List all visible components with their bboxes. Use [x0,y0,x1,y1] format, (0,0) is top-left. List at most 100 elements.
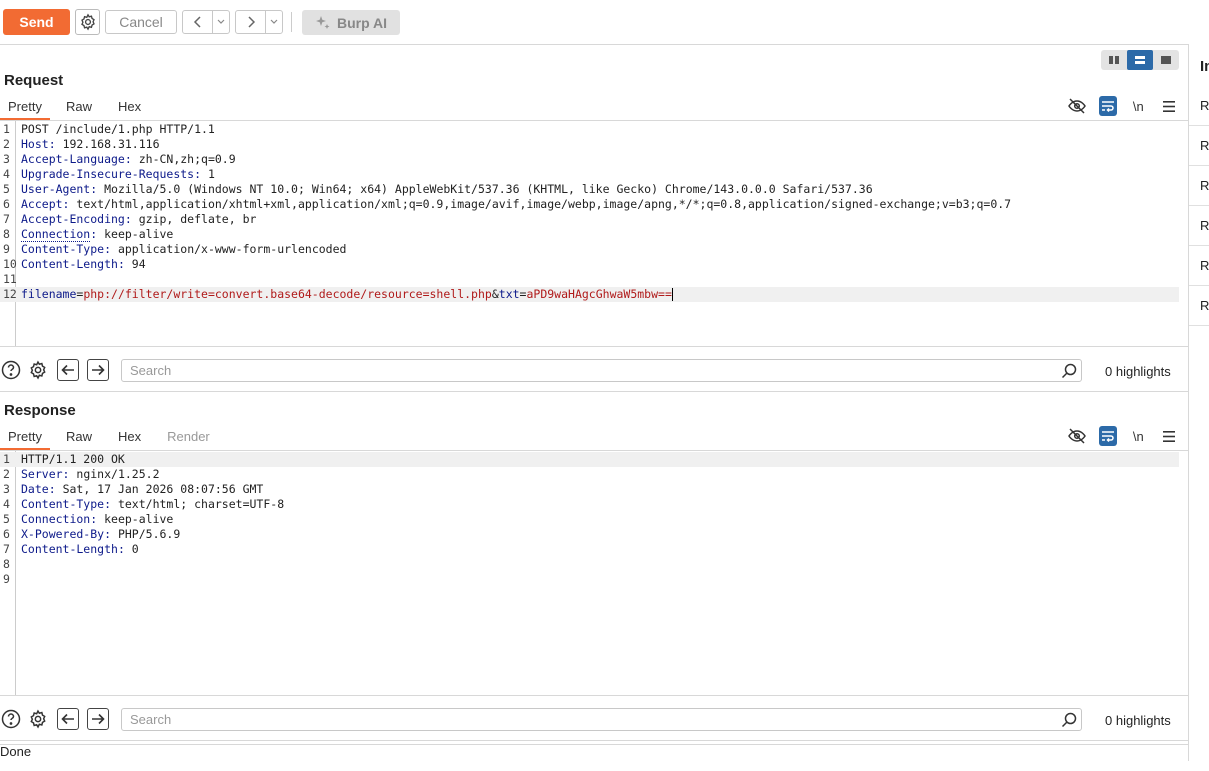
header-value: text/html,application/xhtml+xml,applicat… [69,197,1012,211]
request-tab-pretty[interactable]: Pretty [0,96,50,120]
code-line: 8 [0,557,1179,572]
line-number: 1 [3,452,10,466]
inspector-item[interactable]: Re [1189,126,1209,166]
response-tab-render[interactable]: Render [159,426,218,448]
response-newline-toggle[interactable]: \n [1129,426,1148,446]
request-menu-button[interactable] [1160,96,1179,116]
header-name: Host [21,137,49,151]
header-value: 1 [201,167,215,181]
back-button[interactable] [183,11,214,33]
response-search-prev-button[interactable] [57,708,79,730]
request-search-settings-button[interactable] [27,359,49,381]
request-tab-hex[interactable]: Hex [110,96,149,118]
response-tab-hex[interactable]: Hex [110,426,149,448]
line-text: HTTP/1.1 200 OK [21,452,125,466]
inspector-item[interactable]: Re [1189,86,1209,126]
request-search-bar: 0 highlights [0,347,1188,392]
gear-icon [30,709,46,729]
header-name: Date [21,482,49,496]
header-colon: : [104,527,112,541]
code-line: 7 Content-Length: 0 [0,542,1179,557]
response-wrap-button[interactable] [1098,426,1117,446]
inspector-item[interactable]: Re [1189,166,1209,206]
burp-ai-label: Burp AI [336,14,388,31]
line-content: filename=php://filter/write=convert.base… [21,287,673,302]
code-line: 11 [0,272,1179,287]
line-content: Accept-Encoding: gzip, deflate, br [21,212,256,227]
chevron-down-icon [217,19,225,24]
code-line: 7 Accept-Encoding: gzip, deflate, br [0,212,1179,227]
rows-icon [1135,56,1145,64]
code-line: 2 Host: 192.168.31.116 [0,137,1179,152]
request-editor-icons: \n [1068,95,1178,117]
line-number: 12 [3,287,17,301]
layout-side-by-side-button[interactable] [1101,50,1127,70]
cancel-button[interactable]: Cancel [105,10,177,34]
response-hide-button[interactable] [1068,426,1087,446]
back-nav-group [182,10,230,34]
request-editor[interactable]: 1 POST /include/1.php HTTP/1.1 2 Host: 192.… [0,121,1188,347]
hamburger-menu-icon [1162,100,1175,112]
header-name: Accept-Encoding [21,212,125,226]
line-content: User-Agent: Mozilla/5.0 (Windows NT 10.0… [21,182,873,197]
hamburger-menu-icon [1162,430,1175,442]
request-newline-toggle[interactable]: \n [1129,96,1148,116]
request-search-prev-button[interactable] [57,359,79,381]
send-button[interactable]: Send [3,9,70,35]
response-help-button[interactable] [0,708,22,730]
param-amp: & [491,287,499,301]
response-search-input[interactable] [121,708,1082,731]
request-search-input[interactable] [121,359,1082,382]
request-wrap-button[interactable] [1098,96,1117,116]
line-number: 9 [3,242,10,256]
request-search-next-button[interactable] [87,359,109,381]
search-icon [1060,362,1078,380]
header-name: Connection [21,227,91,242]
request-hide-button[interactable] [1068,96,1087,116]
line-content: Content-Type: application/x-www-form-url… [21,242,346,257]
inspector-item[interactable]: Re [1189,286,1209,326]
text-caret [671,288,673,301]
response-search-next-button[interactable] [87,708,109,730]
settings-gear-button[interactable] [75,9,100,35]
header-name: User-Agent [21,182,91,196]
line-number: 3 [3,482,10,496]
header-value: 0 [124,542,139,556]
line-number: 6 [3,197,10,211]
header-value: Mozilla/5.0 (Windows NT 10.0; Win64; x64… [97,182,873,196]
inspector-item[interactable]: Re [1189,246,1209,286]
forward-button[interactable] [236,11,267,33]
header-value: keep-alive [97,227,174,241]
line-content: Accept: text/html,application/xhtml+xml,… [21,197,1011,212]
layout-single-button[interactable] [1153,50,1179,70]
arrow-left-icon [61,364,74,376]
header-value: nginx/1.25.2 [69,467,160,481]
layout-toggle [1101,50,1179,70]
wrap-lines-icon [1101,101,1114,112]
request-tab-raw[interactable]: Raw [58,96,100,118]
header-name: Accept [21,197,63,211]
code-line: 12 filename=php://filter/write=convert.ba… [0,287,1179,302]
header-value: 192.168.31.116 [55,137,160,151]
request-help-button[interactable] [0,359,22,381]
response-search-settings-button[interactable] [27,708,49,730]
header-colon: : [117,542,125,556]
line-number: 6 [3,527,10,541]
back-history-dropdown[interactable] [213,11,229,33]
line-text: POST /include/1.php HTTP/1.1 [21,122,215,136]
response-tabs: Pretty Raw Hex Render [0,426,218,450]
layout-stacked-button[interactable] [1127,50,1153,70]
chevron-right-icon [248,16,255,28]
burp-ai-button[interactable]: Burp AI [302,10,400,35]
inspector-item[interactable]: Re [1189,206,1209,246]
line-content: Content-Length: 0 [21,542,139,557]
forward-history-dropdown[interactable] [266,11,282,33]
response-menu-button[interactable] [1160,426,1179,446]
response-tab-raw[interactable]: Raw [58,426,100,448]
line-number: 5 [3,512,10,526]
header-name: Content-Length [21,542,118,556]
eye-slash-icon [1068,428,1087,444]
response-tab-pretty[interactable]: Pretty [0,426,50,450]
line-content: POST /include/1.php HTTP/1.1 [21,122,215,137]
response-editor[interactable]: 1 HTTP/1.1 200 OK 2 Server: nginx/1.25.2 3 Da… [0,451,1188,696]
